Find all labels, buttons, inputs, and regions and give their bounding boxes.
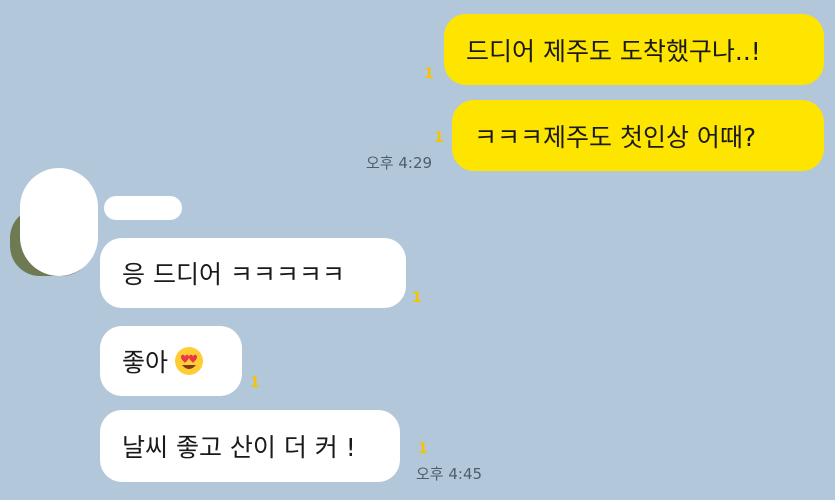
my-message-bubble[interactable]: 드디어 제주도 도착했구나..! xyxy=(444,14,824,85)
unread-count: 1 xyxy=(434,130,444,146)
profile-obscured-mask xyxy=(20,168,98,276)
unread-count: 1 xyxy=(250,375,260,391)
message-timestamp: 오후 4:29 xyxy=(366,154,433,172)
chat-window: 드디어 제주도 도착했구나..! 1 ㅋㅋㅋ제주도 첫인상 어때? 1 오후 4… xyxy=(0,0,835,500)
message-text: 응 드디어 ㅋㅋㅋㅋㅋ xyxy=(122,260,345,289)
unread-count: 1 xyxy=(412,290,422,306)
message-text: 드디어 제주도 도착했구나..! xyxy=(466,36,761,66)
message-text: 날씨 좋고 산이 더 커 ! xyxy=(122,433,356,462)
their-message-bubble[interactable]: 좋아 xyxy=(100,326,242,396)
their-message-bubble[interactable]: 응 드디어 ㅋㅋㅋㅋㅋ xyxy=(100,238,406,308)
their-message-bubble[interactable]: 날씨 좋고 산이 더 커 ! xyxy=(100,410,400,482)
message-text: ㅋㅋㅋ제주도 첫인상 어때? xyxy=(474,122,757,152)
my-message-bubble[interactable]: ㅋㅋㅋ제주도 첫인상 어때? xyxy=(452,100,824,171)
message-text: 좋아 xyxy=(122,348,169,377)
message-timestamp: 오후 4:45 xyxy=(416,465,483,483)
heart-eyes-emoji-icon xyxy=(175,347,204,375)
sender-name-obscured xyxy=(104,196,182,220)
unread-count: 1 xyxy=(424,66,434,82)
unread-count: 1 xyxy=(418,441,428,457)
